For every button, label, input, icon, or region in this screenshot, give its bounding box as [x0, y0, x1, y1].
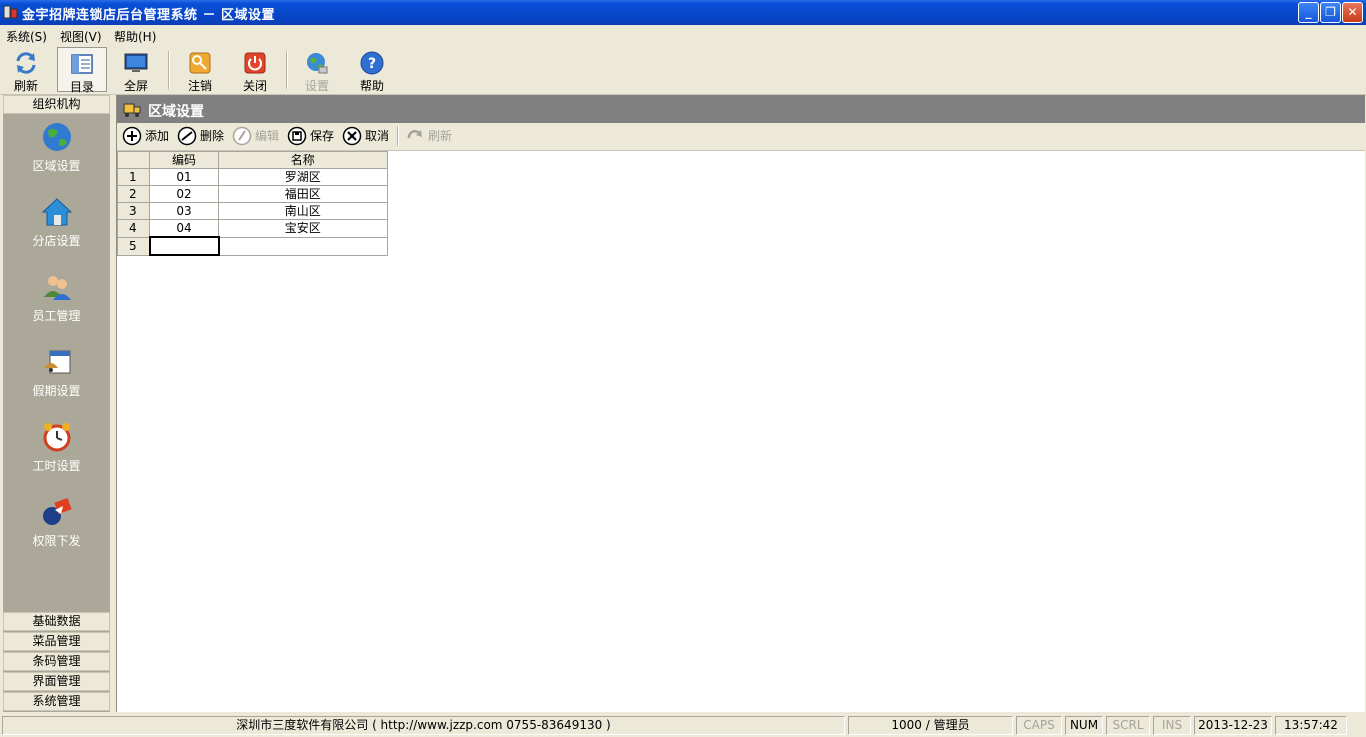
app-icon: [3, 5, 18, 19]
edit-toolbar: 添加 删除 编辑 保存 取消 刷新: [117, 123, 1365, 151]
refresh-button[interactable]: 刷新: [1, 47, 51, 93]
svg-text:?: ?: [368, 56, 376, 72]
window-title: 金宇招牌连锁店后台管理系统 － 区域设置: [22, 8, 276, 23]
save-icon: [287, 126, 307, 146]
key-icon: [189, 52, 211, 74]
globe-icon: [307, 53, 328, 74]
toolbar-separator: [397, 126, 399, 146]
help-icon: ?: [360, 51, 384, 75]
menu-view[interactable]: 视图(V): [60, 28, 102, 45]
row-number: 3: [117, 202, 150, 220]
group-organization[interactable]: 组织机构: [3, 95, 110, 114]
status-scrl: SCRL: [1106, 716, 1150, 735]
toolbar-separator: [286, 51, 288, 89]
row-number: 4: [117, 219, 150, 238]
table-row[interactable]: 4 04 宝安区: [117, 219, 388, 238]
column-header-name[interactable]: 名称: [218, 151, 388, 169]
delete-icon: [177, 126, 197, 146]
house-icon: [41, 198, 72, 226]
permission-icon: [42, 497, 72, 525]
menu-bar: 系统(S) 视图(V) 帮助(H): [0, 25, 1366, 45]
row-number-header: [117, 151, 150, 169]
row-number: 5: [117, 236, 150, 256]
region-grid[interactable]: 编码 名称 1 01 罗湖区 2 02 福田区 3 03 南山区 4 04 宝安…: [117, 151, 388, 256]
maximize-button[interactable]: ❐: [1320, 2, 1341, 23]
column-header-code[interactable]: 编码: [149, 151, 219, 169]
minimize-button[interactable]: _: [1298, 2, 1319, 23]
nav-worktime-settings[interactable]: 工时设置: [3, 419, 110, 489]
title-bar: 金宇招牌连锁店后台管理系统 － 区域设置 _ ❐ ✕: [0, 0, 1366, 25]
directory-icon: [71, 54, 93, 74]
grid-header-row: 编码 名称: [117, 151, 388, 169]
menu-system[interactable]: 系统(S): [6, 28, 47, 45]
cell-code[interactable]: 01: [149, 168, 219, 186]
group-interface-management[interactable]: 界面管理: [3, 672, 110, 691]
refresh-icon: [407, 130, 422, 139]
status-company: 深圳市三度软件有限公司 ( http://www.jzzp.com 0755-8…: [2, 716, 845, 735]
fullscreen-button[interactable]: 全屏: [111, 47, 161, 93]
group-dish-management[interactable]: 菜品管理: [3, 632, 110, 651]
refresh-icon: [16, 52, 36, 74]
nav-branch-settings[interactable]: 分店设置: [3, 194, 110, 264]
nav-region-settings[interactable]: 区域设置: [3, 119, 110, 189]
users-icon: [43, 276, 71, 300]
status-date: 2013-12-23: [1194, 716, 1272, 735]
power-icon: [244, 52, 266, 74]
cell-code[interactable]: 02: [149, 185, 219, 203]
table-row[interactable]: 1 01 罗湖区: [117, 168, 388, 186]
table-row-new[interactable]: 5: [117, 236, 388, 256]
cell-name[interactable]: [218, 236, 388, 256]
status-user: 1000 / 管理员: [848, 716, 1013, 735]
status-caps: CAPS: [1016, 716, 1062, 735]
status-num: NUM: [1065, 716, 1103, 735]
content-area: 区域设置 添加 删除 编辑 保存 取消 刷新 编码 名称 1 01 罗湖区 2 …: [116, 95, 1365, 712]
navigation-pane: 组织机构 区域设置 分店设置 员工管理 假期设置 工时设置 权限下发 基础数据 …: [3, 95, 110, 712]
cell-name[interactable]: 福田区: [218, 185, 388, 203]
monitor-icon: [124, 53, 148, 72]
cell-code-editing[interactable]: [148, 236, 220, 256]
main-toolbar: 刷新 目录 全屏 注销 关闭 设置 ? 帮助: [0, 45, 1366, 95]
status-time: 13:57:42: [1275, 716, 1347, 735]
cell-code[interactable]: 03: [149, 202, 219, 220]
panel-title: 区域设置: [148, 104, 204, 120]
cell-name[interactable]: 宝安区: [218, 219, 388, 238]
nav-holiday-settings[interactable]: 假期设置: [3, 344, 110, 414]
close-window-button[interactable]: ✕: [1342, 2, 1363, 23]
help-button[interactable]: ? 帮助: [347, 47, 397, 93]
table-row[interactable]: 2 02 福田区: [117, 185, 388, 203]
table-row[interactable]: 3 03 南山区: [117, 202, 388, 220]
group-basic-data[interactable]: 基础数据: [3, 612, 110, 631]
menu-help[interactable]: 帮助(H): [114, 28, 156, 45]
row-number: 1: [117, 168, 150, 186]
cell-name[interactable]: 罗湖区: [218, 168, 388, 186]
panel-header: 区域设置: [117, 95, 1365, 123]
status-bar: 深圳市三度软件有限公司 ( http://www.jzzp.com 0755-8…: [0, 714, 1366, 737]
settings-button[interactable]: 设置: [292, 47, 342, 93]
add-icon: [122, 126, 142, 146]
cell-code[interactable]: 04: [149, 219, 219, 238]
cancel-icon: [342, 126, 362, 146]
nav-permission-dispatch[interactable]: 权限下发: [3, 494, 110, 564]
alarm-clock-icon: [43, 423, 70, 452]
logout-button[interactable]: 注销: [175, 47, 225, 93]
globe-icon: [42, 123, 71, 151]
row-number: 2: [117, 185, 150, 203]
toolbar-separator: [168, 51, 170, 89]
directory-button[interactable]: 目录: [57, 47, 107, 94]
calendar-icon: [43, 350, 70, 374]
cell-name[interactable]: 南山区: [218, 202, 388, 220]
status-ins: INS: [1153, 716, 1191, 735]
group-system-management[interactable]: 系统管理: [3, 692, 110, 711]
nav-staff-management[interactable]: 员工管理: [3, 269, 110, 339]
group-barcode-management[interactable]: 条码管理: [3, 652, 110, 671]
edit-icon: [232, 126, 252, 146]
truck-icon: [123, 103, 141, 117]
close-button[interactable]: 关闭: [230, 47, 280, 93]
